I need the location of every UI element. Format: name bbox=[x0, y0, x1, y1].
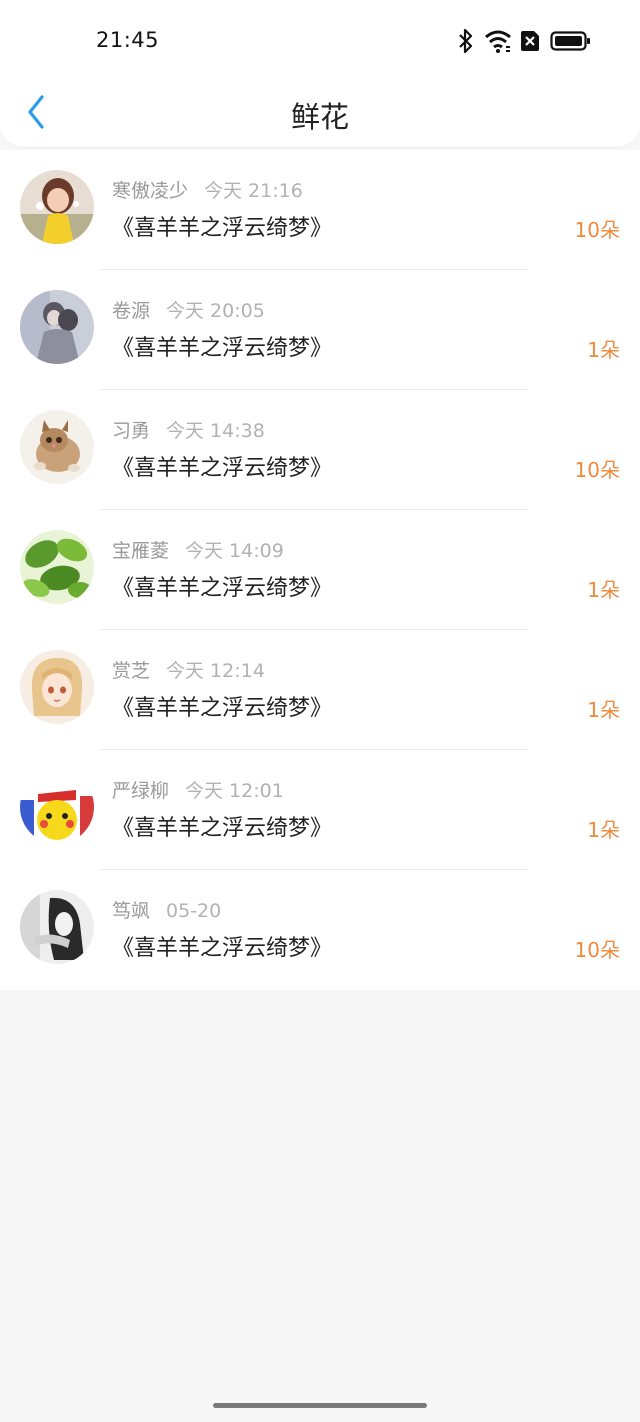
list-item[interactable]: 严绿柳 今天 12:01 《喜羊羊之浮云绮梦》 1朵 bbox=[0, 750, 640, 870]
avatar[interactable] bbox=[20, 770, 94, 844]
user-name[interactable]: 笃飒 bbox=[112, 900, 150, 922]
flower-count: 10朵 bbox=[574, 458, 620, 482]
avatar[interactable] bbox=[20, 650, 94, 724]
list-item[interactable]: 卷源 今天 20:05 《喜羊羊之浮云绮梦》 1朵 bbox=[0, 270, 640, 390]
record-meta: 赏芝 今天 12:14 bbox=[112, 656, 265, 683]
flower-count: 1朵 bbox=[587, 578, 620, 602]
home-indicator[interactable] bbox=[213, 1403, 427, 1408]
user-name[interactable]: 卷源 bbox=[112, 300, 150, 322]
book-title[interactable]: 《喜羊羊之浮云绮梦》 bbox=[112, 450, 332, 482]
header: 21:45 鲜花 bbox=[0, 0, 640, 148]
avatar[interactable] bbox=[20, 410, 94, 484]
record-time: 今天 21:16 bbox=[204, 180, 303, 202]
record-time: 今天 14:09 bbox=[185, 540, 284, 562]
user-name[interactable]: 寒傲凌少 bbox=[112, 180, 188, 202]
record-time: 今天 20:05 bbox=[166, 300, 265, 322]
avatar[interactable] bbox=[20, 170, 94, 244]
flower-count: 1朵 bbox=[587, 698, 620, 722]
book-title[interactable]: 《喜羊羊之浮云绮梦》 bbox=[112, 810, 332, 842]
avatar[interactable] bbox=[20, 890, 94, 964]
flower-list-screen: 21:45 鲜花 寒傲凌少 今天 21:16 《喜羊羊之浮云绮梦》 10朵 卷源… bbox=[0, 0, 640, 1422]
book-title[interactable]: 《喜羊羊之浮云绮梦》 bbox=[112, 690, 332, 722]
book-title[interactable]: 《喜羊羊之浮云绮梦》 bbox=[112, 210, 332, 242]
list-item[interactable]: 笃飒 05-20 《喜羊羊之浮云绮梦》 10朵 bbox=[0, 870, 640, 990]
flower-count: 10朵 bbox=[574, 218, 620, 242]
record-meta: 寒傲凌少 今天 21:16 bbox=[112, 176, 303, 203]
flower-count: 10朵 bbox=[574, 938, 620, 962]
status-bar: 21:45 bbox=[0, 0, 640, 80]
list-item[interactable]: 宝雁菱 今天 14:09 《喜羊羊之浮云绮梦》 1朵 bbox=[0, 510, 640, 630]
book-title[interactable]: 《喜羊羊之浮云绮梦》 bbox=[112, 930, 332, 962]
book-title[interactable]: 《喜羊羊之浮云绮梦》 bbox=[112, 570, 332, 602]
flower-count: 1朵 bbox=[587, 338, 620, 362]
bluetooth-icon bbox=[459, 28, 473, 54]
record-meta: 卷源 今天 20:05 bbox=[112, 296, 265, 323]
page-title: 鲜花 bbox=[290, 100, 349, 134]
user-name[interactable]: 宝雁菱 bbox=[112, 540, 169, 562]
record-time: 今天 12:14 bbox=[166, 660, 265, 682]
avatar[interactable] bbox=[20, 290, 94, 364]
flower-record-list: 寒傲凌少今天 21:16 《喜羊羊之浮云绮梦》 10朵 卷源今天 20:05 bbox=[0, 150, 640, 990]
list-item[interactable]: 习勇 今天 14:38 《喜羊羊之浮云绮梦》 10朵 bbox=[0, 390, 640, 510]
user-name[interactable]: 习勇 bbox=[112, 420, 150, 442]
battery-icon bbox=[550, 31, 590, 51]
record-meta: 宝雁菱 今天 14:09 bbox=[112, 536, 284, 563]
record-meta: 习勇 今天 14:38 bbox=[112, 416, 265, 443]
record-time: 今天 12:01 bbox=[185, 780, 284, 802]
record-meta: 笃飒 05-20 bbox=[112, 896, 221, 923]
status-time: 21:45 bbox=[96, 28, 160, 52]
record-meta: 严绿柳 今天 12:01 bbox=[112, 776, 284, 803]
user-name[interactable]: 严绿柳 bbox=[112, 780, 169, 802]
record-time: 今天 14:38 bbox=[166, 420, 265, 442]
wifi-icon bbox=[485, 30, 511, 53]
flower-count: 1朵 bbox=[587, 818, 620, 842]
list-item[interactable]: 赏芝 今天 12:14 《喜羊羊之浮云绮梦》 1朵 bbox=[0, 630, 640, 750]
sim-off-icon bbox=[521, 31, 539, 51]
book-title[interactable]: 《喜羊羊之浮云绮梦》 bbox=[112, 330, 332, 362]
record-time: 05-20 bbox=[166, 900, 222, 922]
user-name[interactable]: 赏芝 bbox=[112, 660, 150, 682]
title-bar: 鲜花 bbox=[0, 80, 640, 146]
avatar[interactable] bbox=[20, 530, 94, 604]
list-item[interactable]: 寒傲凌少 今天 21:16 《喜羊羊之浮云绮梦》 10朵 bbox=[0, 150, 640, 270]
